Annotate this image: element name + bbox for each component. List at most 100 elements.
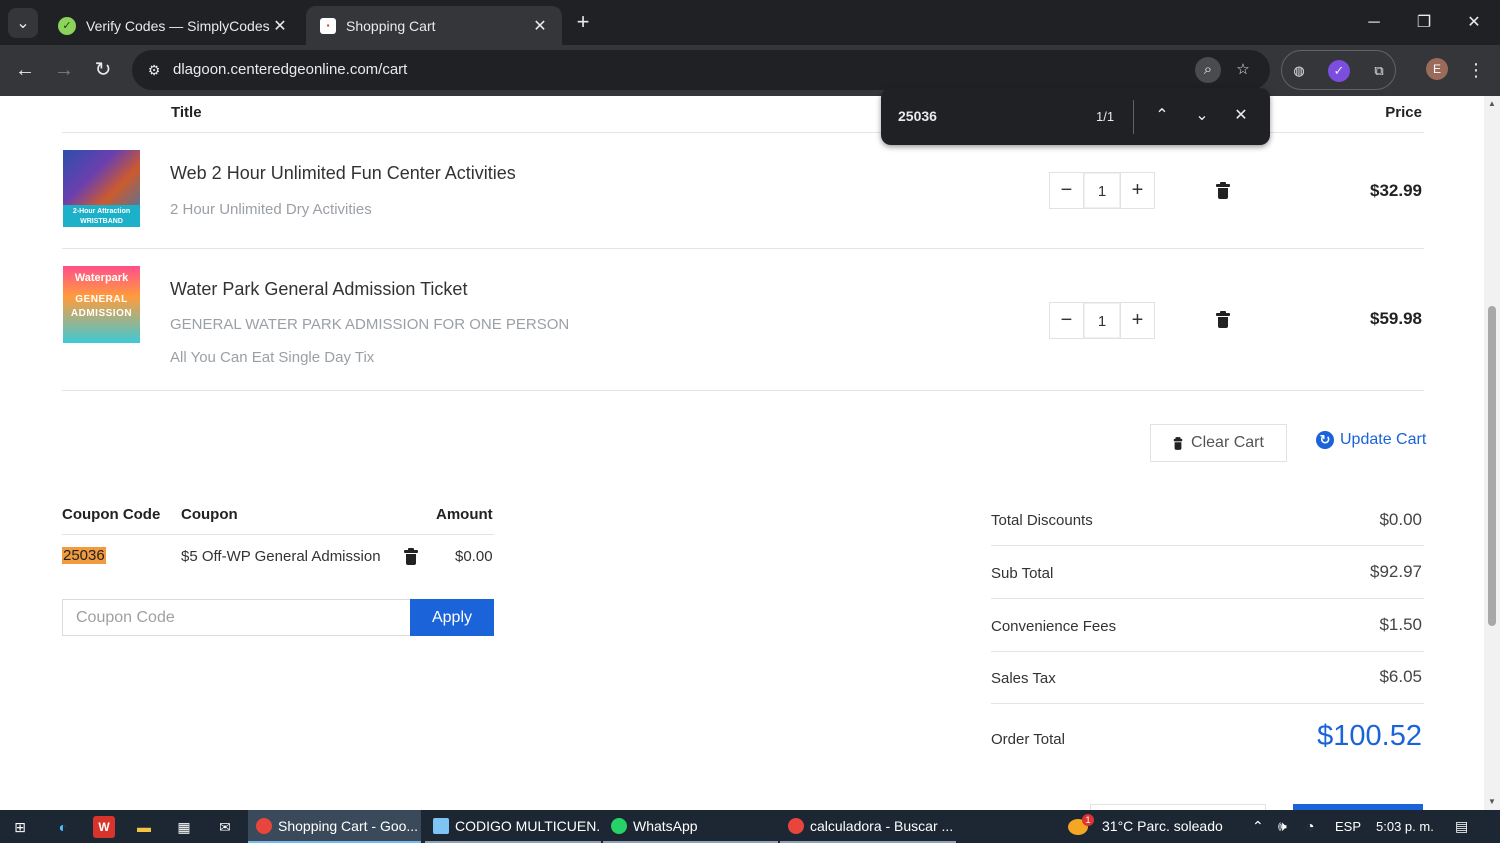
- mail-icon[interactable]: ✉: [214, 816, 236, 838]
- minimize-button[interactable]: ─: [1354, 8, 1394, 38]
- wps-office-icon[interactable]: W: [93, 816, 115, 838]
- language-indicator[interactable]: ESP: [1335, 810, 1361, 843]
- chevron-up-icon[interactable]: ⌃: [1252, 810, 1264, 843]
- quantity-value[interactable]: 1: [1084, 302, 1120, 339]
- divider: [991, 598, 1424, 599]
- item-price: $32.99: [1370, 181, 1422, 200]
- item-title[interactable]: Web 2 Hour Unlimited Fun Center Activiti…: [170, 163, 516, 184]
- close-icon[interactable]: ✕: [1227, 102, 1255, 130]
- windows-start-icon[interactable]: ⊞: [9, 816, 31, 838]
- chrome-icon: [256, 817, 272, 834]
- tab-simplycodes[interactable]: ✓ Verify Codes — SimplyCodes ✕: [44, 6, 302, 45]
- decrease-quantity-button[interactable]: −: [1049, 302, 1084, 339]
- url-text[interactable]: dlagoon.centeredgeonline.com/cart: [173, 61, 407, 78]
- summary-value-sales-tax: $6.05: [1379, 667, 1422, 686]
- chevron-down-icon[interactable]: ⌄: [1188, 102, 1216, 130]
- item-price: $59.98: [1370, 309, 1422, 328]
- coupon-header-amount: Amount: [436, 506, 493, 523]
- notification-icon[interactable]: ▤: [1455, 810, 1468, 843]
- new-tab-button[interactable]: +: [570, 10, 596, 36]
- speaker-icon[interactable]: 🕪: [1278, 810, 1287, 843]
- quantity-stepper: − 1 +: [1049, 172, 1155, 209]
- chevron-up-icon[interactable]: ⌃: [1148, 102, 1176, 130]
- file-explorer-icon[interactable]: ▬: [133, 816, 155, 838]
- close-icon[interactable]: ✕: [270, 16, 290, 36]
- divider: [62, 248, 1424, 249]
- site-favicon-icon: ▪: [320, 17, 336, 34]
- trash-icon: [1173, 436, 1183, 450]
- browser-tab-strip: ⌄ ✓ Verify Codes — SimplyCodes ✕ ▪ Shopp…: [0, 0, 1500, 45]
- divider: [1133, 100, 1134, 134]
- taskbar-app-document[interactable]: CODIGO MULTICUEN...: [425, 810, 601, 843]
- summary-label-total-discounts: Total Discounts: [991, 512, 1093, 529]
- apply-coupon-button[interactable]: Apply: [410, 599, 494, 636]
- tab-search-button[interactable]: ⌄: [8, 8, 38, 38]
- taskbar-app-calculator-search[interactable]: calculadora - Buscar ...: [780, 810, 956, 843]
- forward-button[interactable]: →: [49, 55, 79, 85]
- wifi-icon[interactable]: ◔: [1306, 810, 1314, 843]
- divider: [991, 545, 1424, 546]
- weather-text[interactable]: 31°C Parc. soleado: [1102, 810, 1223, 843]
- scroll-up-icon[interactable]: ▲: [1487, 99, 1497, 109]
- product-image-waterpark[interactable]: Waterpark GENERAL ADMISSION: [63, 266, 140, 343]
- trash-icon[interactable]: [1216, 311, 1230, 328]
- increase-quantity-button[interactable]: +: [1120, 302, 1155, 339]
- decrease-quantity-button[interactable]: −: [1049, 172, 1084, 209]
- extensions-group: ◍ ✓ ⧉: [1281, 50, 1396, 90]
- find-in-page-icon[interactable]: ⌕: [1195, 57, 1221, 83]
- back-button[interactable]: ←: [10, 55, 40, 85]
- clear-cart-button[interactable]: Clear Cart: [1150, 424, 1287, 462]
- quantity-stepper: − 1 +: [1049, 302, 1155, 339]
- tab-shopping-cart[interactable]: ▪ Shopping Cart ✕: [306, 6, 562, 45]
- chevron-down-icon: ⌄: [16, 15, 30, 32]
- refresh-icon: ↻: [1316, 431, 1334, 449]
- update-cart-button[interactable]: ↻ Update Cart: [1316, 431, 1426, 449]
- coupon-header-code: Coupon Code: [62, 506, 161, 523]
- bookmark-star-icon[interactable]: ☆: [1230, 57, 1256, 83]
- profile-avatar[interactable]: E: [1426, 58, 1448, 80]
- notepad-icon: [433, 817, 449, 834]
- scrollbar-thumb[interactable]: [1488, 306, 1496, 626]
- simplycodes-extension-icon[interactable]: ✓: [1328, 60, 1350, 82]
- microsoft-store-icon[interactable]: ▦: [173, 816, 195, 838]
- weather-icon[interactable]: 1: [1068, 810, 1094, 843]
- divider: [991, 651, 1424, 652]
- tab-title: Shopping Cart: [346, 17, 436, 34]
- coupon-header-coupon: Coupon: [181, 506, 238, 523]
- scroll-down-icon[interactable]: ▼: [1487, 797, 1497, 807]
- extensions-puzzle-icon[interactable]: ⧉: [1368, 60, 1390, 82]
- tab-title: Verify Codes — SimplyCodes: [86, 17, 270, 34]
- item-title[interactable]: Water Park General Admission Ticket: [170, 279, 467, 300]
- summary-label-sales-tax: Sales Tax: [991, 670, 1056, 687]
- page-scrollbar[interactable]: ▲ ▼: [1484, 96, 1500, 810]
- coupon-name: $5 Off-WP General Admission: [181, 548, 381, 565]
- reload-button[interactable]: ↻: [88, 55, 118, 85]
- item-detail: 2 Hour Unlimited Dry Activities: [170, 201, 372, 218]
- whatsapp-icon: [611, 817, 627, 834]
- remove-coupon-trash-icon[interactable]: [404, 548, 418, 565]
- coupon-code-input[interactable]: [62, 599, 411, 636]
- update-cart-label: Update Cart: [1340, 431, 1427, 448]
- product-image-wristband[interactable]: 2-Hour Attraction WRISTBAND: [63, 150, 140, 227]
- taskbar-app-whatsapp[interactable]: WhatsApp: [603, 810, 778, 843]
- site-info-icon[interactable]: ⚙: [140, 56, 168, 84]
- close-window-button[interactable]: ✕: [1454, 8, 1494, 38]
- summary-value-total-discounts: $0.00: [1379, 510, 1422, 529]
- quantity-value[interactable]: 1: [1084, 172, 1120, 209]
- order-total-value: $100.52: [1317, 720, 1422, 752]
- close-icon[interactable]: ✕: [530, 16, 550, 36]
- find-query-input[interactable]: 25036: [898, 108, 937, 124]
- address-bar[interactable]: ⚙ dlagoon.centeredgeonline.com/cart ⌕ ☆: [132, 50, 1270, 90]
- browser-menu-icon[interactable]: ⋮: [1462, 55, 1490, 85]
- increase-quantity-button[interactable]: +: [1120, 172, 1155, 209]
- summary-value-convenience-fees: $1.50: [1379, 615, 1422, 634]
- edge-icon[interactable]: ◐: [52, 816, 74, 838]
- clock[interactable]: 5:03 p. m.: [1376, 810, 1434, 843]
- restore-button[interactable]: ❐: [1404, 8, 1444, 38]
- trash-icon[interactable]: [1216, 182, 1230, 199]
- summary-value-sub-total: $92.97: [1370, 562, 1422, 581]
- translate-extension-icon[interactable]: ◍: [1288, 60, 1310, 82]
- windows-taskbar: ⊞ ◐ W ▬ ▦ ✉ Shopping Cart - Goo... CODIG…: [0, 810, 1500, 843]
- simplycodes-favicon-icon: ✓: [58, 16, 76, 35]
- taskbar-app-chrome[interactable]: Shopping Cart - Goo...: [248, 810, 421, 843]
